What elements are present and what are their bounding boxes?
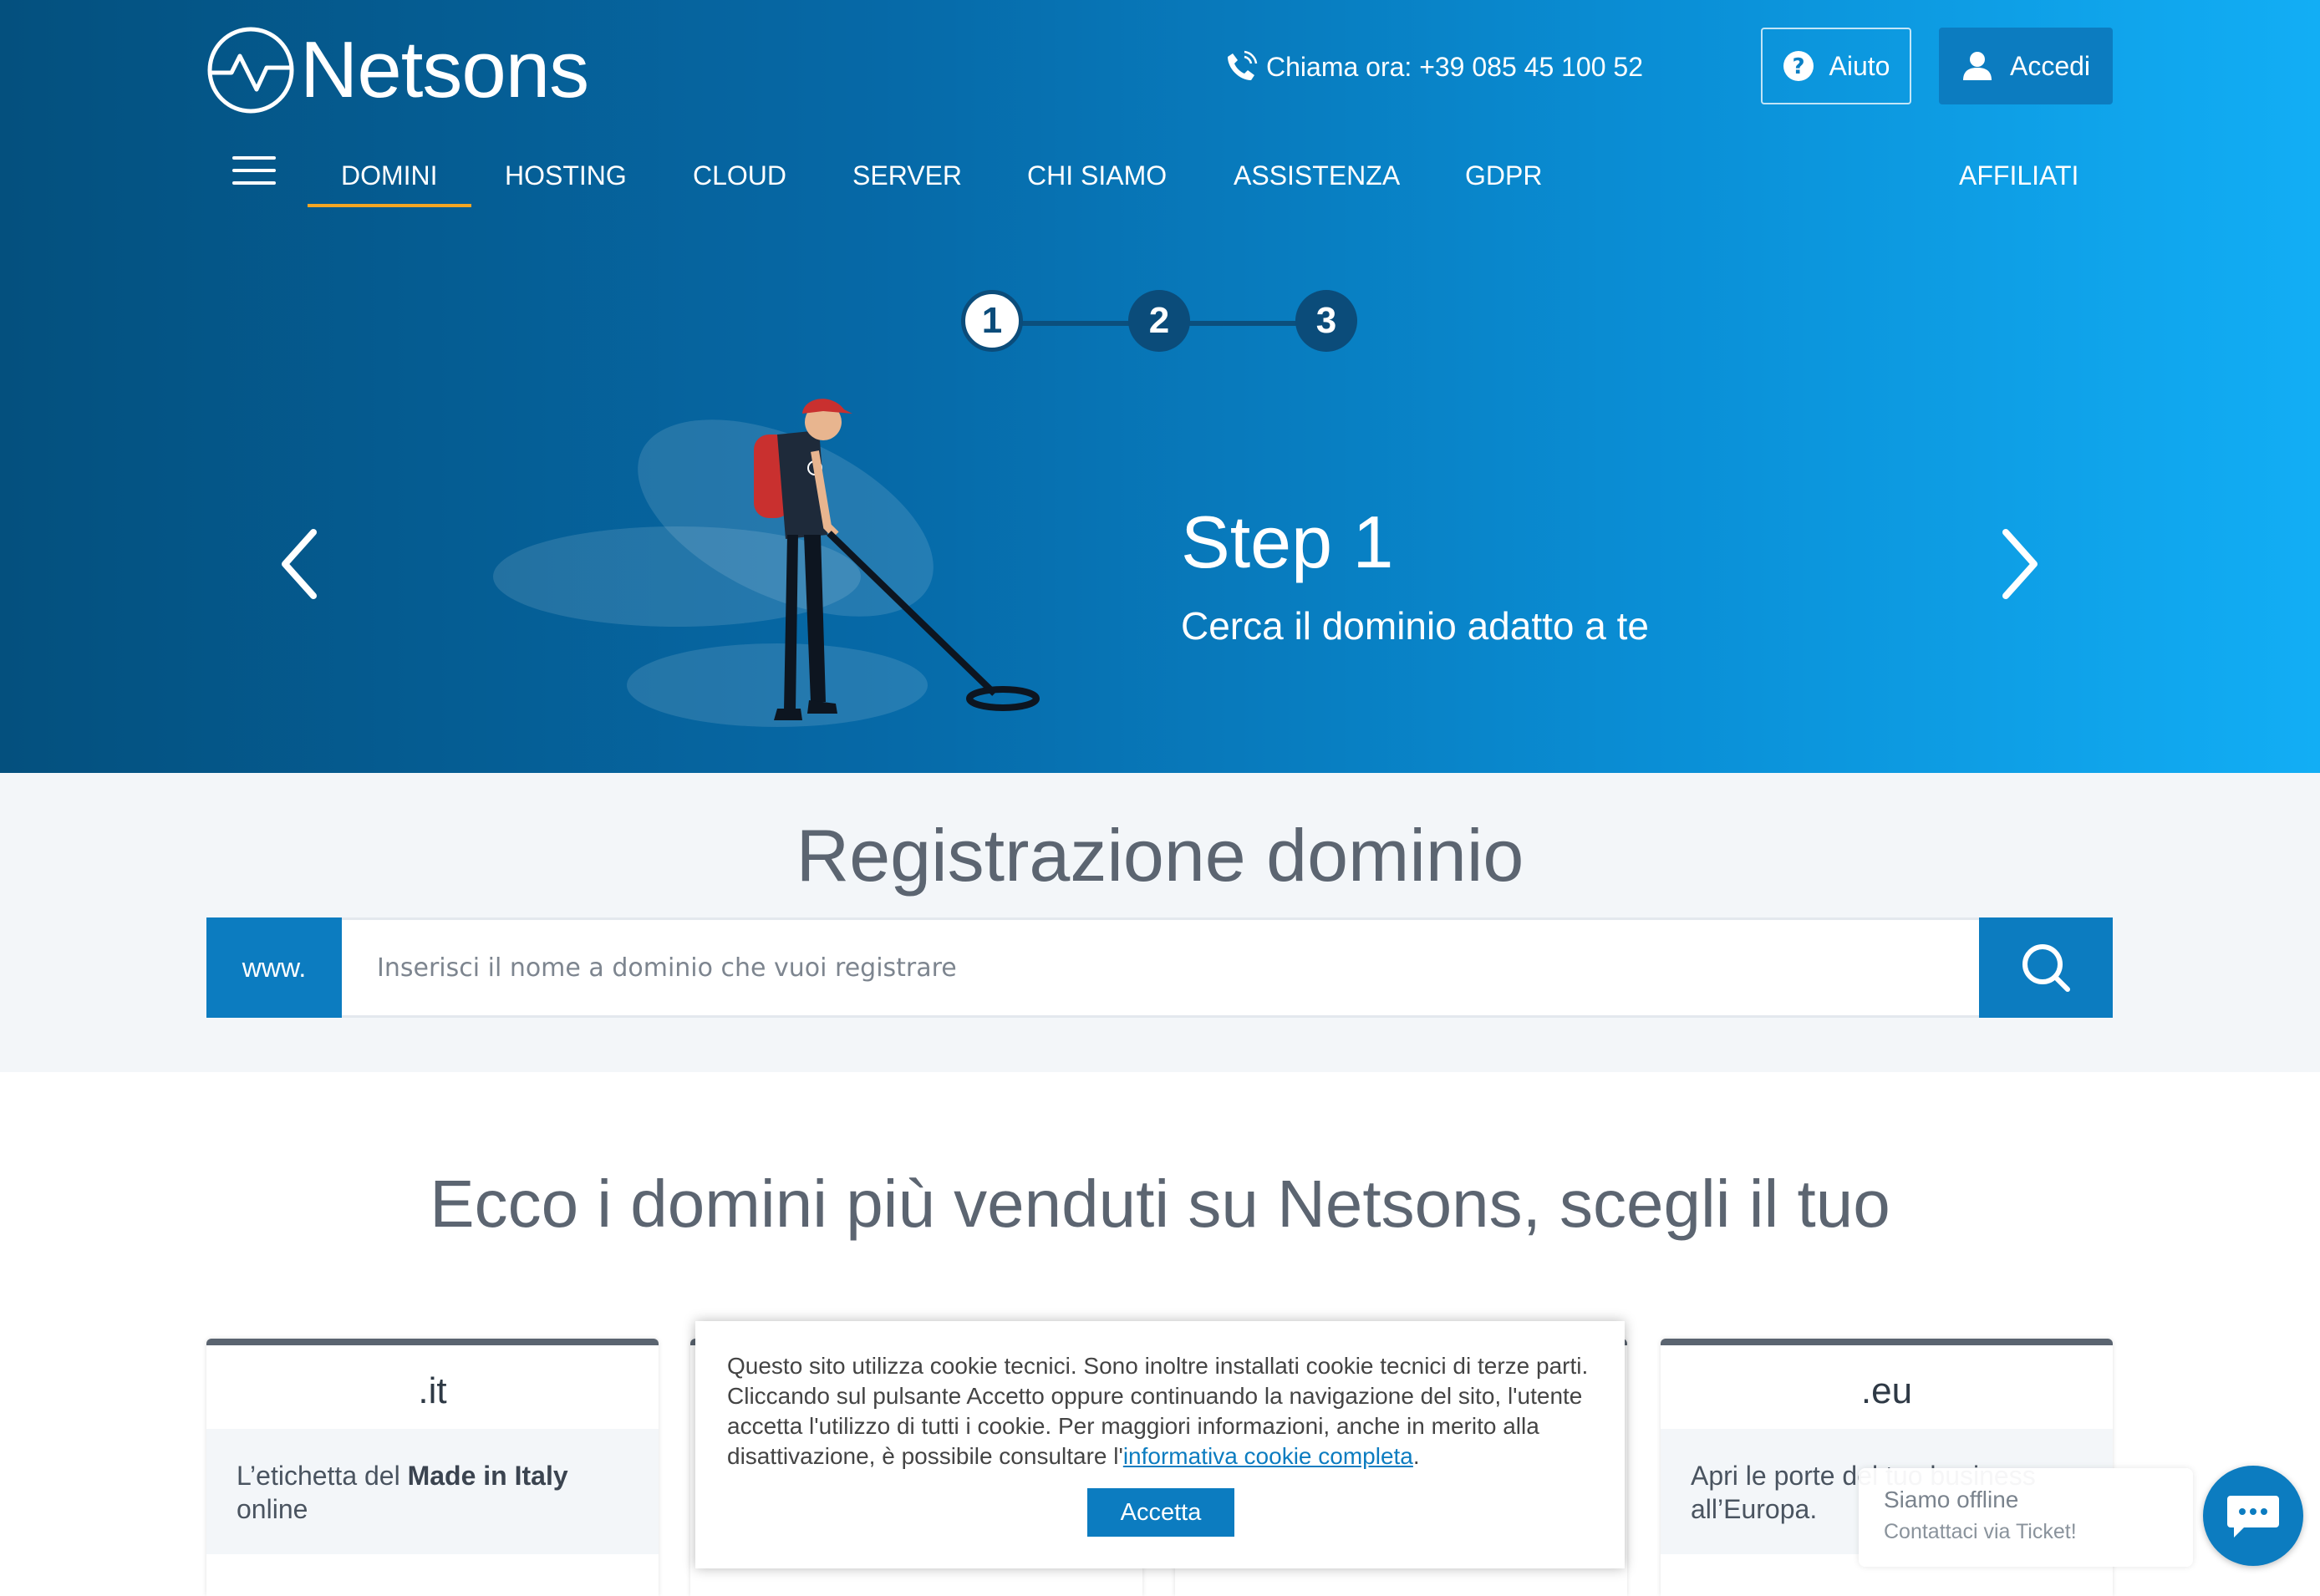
domain-search-input[interactable] <box>342 917 1979 1018</box>
main-nav: DOMINI HOSTING CLOUD SERVER CHI SIAMO AS… <box>0 150 2320 209</box>
slide-subtitle: Cerca il dominio adatto a te <box>1181 604 1649 648</box>
nav-item-cloud[interactable]: CLOUD <box>693 160 786 191</box>
domain-extension: .eu <box>1860 1370 1913 1411</box>
slider-next-button[interactable] <box>1989 522 2048 606</box>
phone-icon <box>1228 50 1258 80</box>
search-button[interactable] <box>1979 917 2113 1018</box>
help-button[interactable]: ? Aiuto <box>1761 28 1911 104</box>
domain-extension: .it <box>418 1370 447 1411</box>
nav-item-hosting[interactable]: HOSTING <box>505 160 627 191</box>
netsons-logo-icon <box>207 27 294 114</box>
step-2[interactable]: 2 <box>1128 290 1190 352</box>
search-icon <box>2022 944 2070 992</box>
login-button[interactable]: Accedi <box>1939 28 2113 104</box>
chat-icon <box>2227 1496 2279 1538</box>
phone-contact[interactable]: Chiama ora: +39 085 45 100 52 <box>1224 50 1643 84</box>
nav-item-affiliati[interactable]: AFFILIATI <box>1959 160 2078 191</box>
chevron-left-icon <box>282 529 317 599</box>
svg-text:?: ? <box>1792 54 1804 79</box>
login-label: Accedi <box>2009 50 2091 81</box>
search-title: Registrazione dominio <box>796 814 1524 897</box>
domain-card-it[interactable]: .it L’etichetta del Made in Italy online <box>206 1339 659 1596</box>
question-icon: ? <box>1783 51 1814 81</box>
metal-detector-illustration <box>493 399 1040 727</box>
chat-status: Siamo offline <box>1884 1487 2019 1512</box>
phone-text: Chiama ora: +39 085 45 100 52 <box>1266 51 1643 82</box>
chat-button[interactable] <box>2203 1466 2303 1566</box>
nav-item-domini[interactable]: DOMINI <box>308 160 471 207</box>
menu-icon[interactable] <box>232 156 276 185</box>
user-icon <box>1962 52 1992 80</box>
www-prefix: www. <box>206 917 342 1018</box>
nav-item-server[interactable]: SERVER <box>852 160 962 191</box>
logo-text: Netsons <box>300 25 589 114</box>
domains-title: Ecco i domini più venduti su Netsons, sc… <box>430 1167 1890 1241</box>
chat-note: Contattaci via Ticket! <box>1884 1520 2077 1543</box>
cookie-policy-link[interactable]: informativa cookie completa <box>1123 1443 1413 1469</box>
nav-item-gdpr[interactable]: GDPR <box>1465 160 1542 191</box>
domain-description: L’etichetta del Made in Italy online <box>206 1429 659 1554</box>
nav-item-chi-siamo[interactable]: CHI SIAMO <box>1027 160 1167 191</box>
netsons-logo[interactable]: Netsons <box>206 25 589 115</box>
accept-cookie-button[interactable]: Accetta <box>1087 1488 1234 1537</box>
cookie-banner: Questo sito utilizza cookie tecnici. Son… <box>695 1321 1625 1568</box>
hero-section: Netsons Chiama ora: +39 085 45 100 52 ? … <box>0 0 2320 773</box>
step-3[interactable]: 3 <box>1295 290 1357 352</box>
chevron-right-icon <box>2002 529 2038 599</box>
chat-status-bubble[interactable]: Siamo offline Contattaci via Ticket! <box>1859 1468 2193 1567</box>
help-label: Aiuto <box>1829 50 1890 81</box>
step-1[interactable]: 1 <box>961 290 1023 352</box>
slider-prev-button[interactable] <box>272 522 330 606</box>
step-indicator: 1 2 3 <box>961 290 1362 357</box>
domain-search-section: Registrazione dominio www. <box>0 773 2320 1072</box>
domain-search-bar: www. <box>206 917 2113 1018</box>
slide-title: Step 1 <box>1181 501 1394 583</box>
nav-item-assistenza[interactable]: ASSISTENZA <box>1234 160 1400 191</box>
